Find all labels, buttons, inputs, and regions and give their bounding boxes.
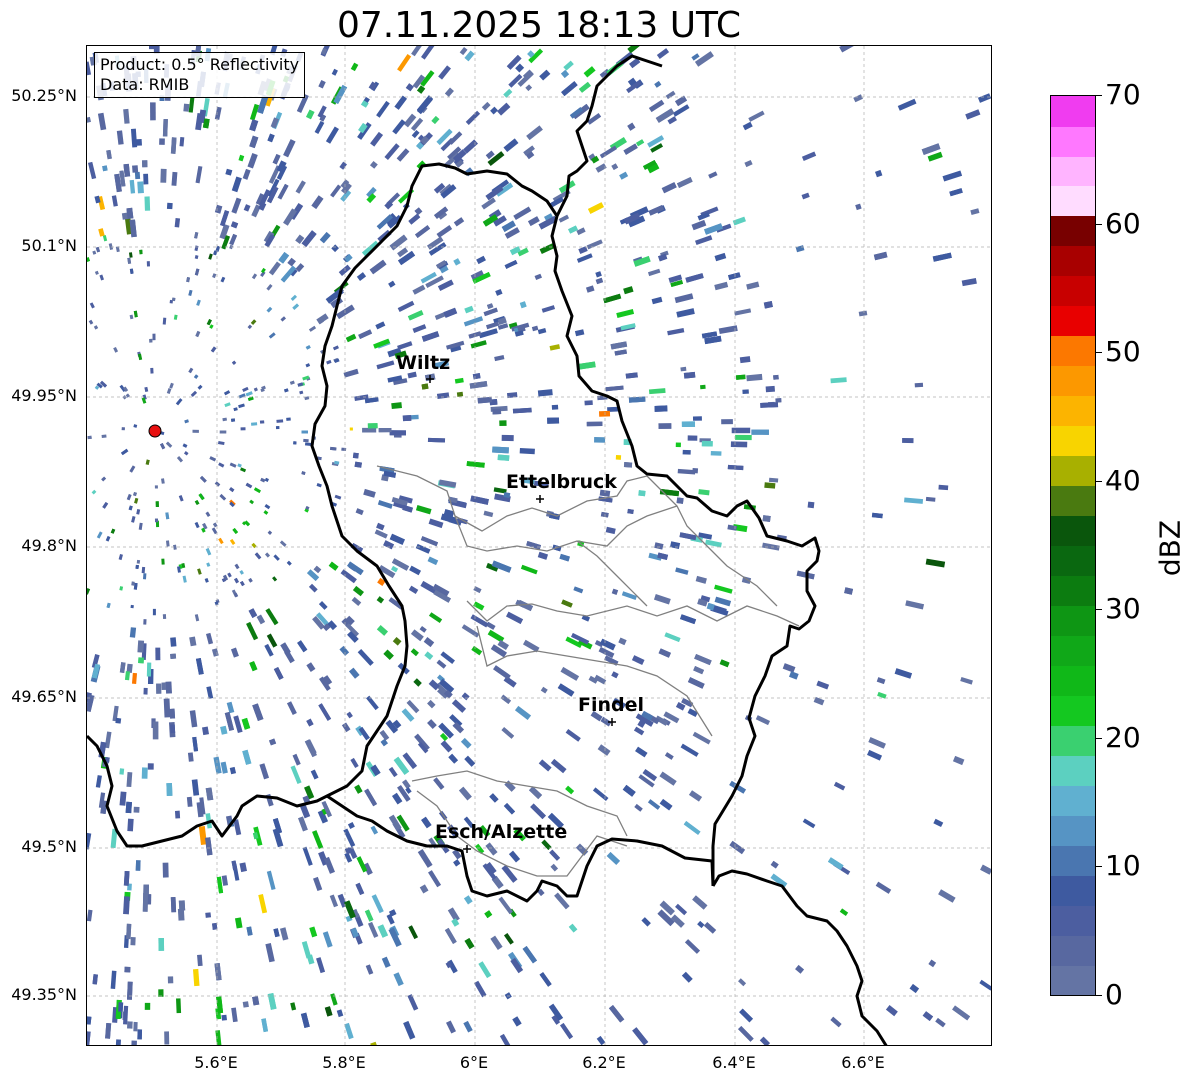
colorbar-tick-mark (1096, 480, 1102, 482)
colorbar-segment (1051, 155, 1095, 187)
colorbar-segment (1051, 575, 1095, 607)
source-label: Data: RMIB (100, 75, 190, 94)
lat-tick-label: 50.1°N (21, 236, 77, 255)
lat-tick-label: 49.5°N (21, 837, 77, 856)
lat-tick-label: 49.65°N (11, 687, 77, 706)
lon-tick-label: 6.4°E (712, 1053, 756, 1072)
colorbar-segment (1051, 935, 1095, 966)
colorbar-tick-label: 10 (1105, 849, 1141, 883)
lon-tick-label: 6°E (459, 1053, 489, 1072)
colorbar-tick-mark (1096, 352, 1102, 354)
colorbar-segment (1051, 845, 1095, 876)
colorbar-tick-mark (1096, 866, 1102, 868)
city-label-wiltz: Wiltz (396, 352, 451, 374)
colorbar-segment (1051, 755, 1095, 786)
colorbar-segment (1051, 785, 1095, 816)
colorbar-segment (1051, 275, 1095, 307)
city-label-findel: Findel (578, 694, 645, 716)
colorbar-segment (1051, 905, 1095, 936)
colorbar-tick-mark (1096, 223, 1102, 225)
colorbar-tick-mark (1096, 737, 1102, 739)
colorbar-segment (1051, 515, 1095, 547)
colorbar-segment (1051, 185, 1095, 217)
colorbar-label: dBZ (1153, 519, 1184, 577)
colorbar-segment (1051, 335, 1095, 367)
colorbar-tick-label: 70 (1105, 78, 1141, 111)
colorbar-segment (1051, 545, 1095, 577)
lat-tick-label: 49.95°N (11, 386, 77, 405)
colorbar-segment (1051, 455, 1095, 487)
colorbar-tick-label: 40 (1105, 463, 1141, 497)
colorbar-segment (1051, 695, 1095, 726)
colorbar-segment (1051, 395, 1095, 427)
colorbar-tick-mark (1096, 95, 1102, 96)
colorbar-tick-label: 30 (1105, 592, 1141, 626)
colorbar-segment (1051, 635, 1095, 666)
lon-tick-label: 6.6°E (841, 1053, 885, 1072)
colorbar-segment (1051, 665, 1095, 696)
colorbar-segment (1051, 485, 1095, 517)
radar-site-marker (148, 424, 162, 438)
colorbar-segment (1051, 605, 1095, 636)
colorbar-tick-label: 50 (1105, 335, 1141, 369)
lon-tick-label: 5.6°E (194, 1053, 238, 1072)
colorbar-segment (1051, 245, 1095, 277)
colorbar-segment (1051, 425, 1095, 457)
lon-tick-label: 6.2°E (582, 1053, 626, 1072)
lat-tick-label: 50.25°N (11, 86, 77, 105)
colorbar-tick-label: 60 (1105, 206, 1141, 240)
city-markers (426, 375, 616, 853)
city-label-esch-alzette: Esch/Alzette (435, 821, 568, 843)
colorbar-segment (1051, 965, 1095, 995)
colorbar-tick-label: 0 (1105, 978, 1123, 1011)
colorbar-tick-mark (1096, 609, 1102, 611)
colorbar-segment (1051, 96, 1095, 127)
lat-tick-label: 49.35°N (11, 985, 77, 1004)
product-info-box: Product: 0.5° Reflectivity Data: RMIB (94, 52, 306, 98)
colorbar (1050, 95, 1096, 996)
colorbar-segment (1051, 365, 1095, 397)
colorbar-segment (1051, 815, 1095, 846)
lat-tick-label: 49.8°N (21, 536, 77, 555)
colorbar-segment (1051, 215, 1095, 247)
city-label-ettelbruck: Ettelbruck (506, 471, 617, 493)
colorbar-segment (1051, 875, 1095, 906)
radar-map[interactable] (86, 45, 992, 1046)
colorbar-segment (1051, 725, 1095, 756)
lon-tick-label: 5.8°E (322, 1053, 366, 1072)
colorbar-tick-mark (1096, 995, 1102, 996)
colorbar-segment (1051, 305, 1095, 337)
colorbar-tick-label: 20 (1105, 720, 1141, 754)
product-label: Product: 0.5° Reflectivity (100, 55, 300, 74)
colorbar-segment (1051, 125, 1095, 157)
chart-title: 07.11.2025 18:13 UTC (336, 5, 742, 46)
